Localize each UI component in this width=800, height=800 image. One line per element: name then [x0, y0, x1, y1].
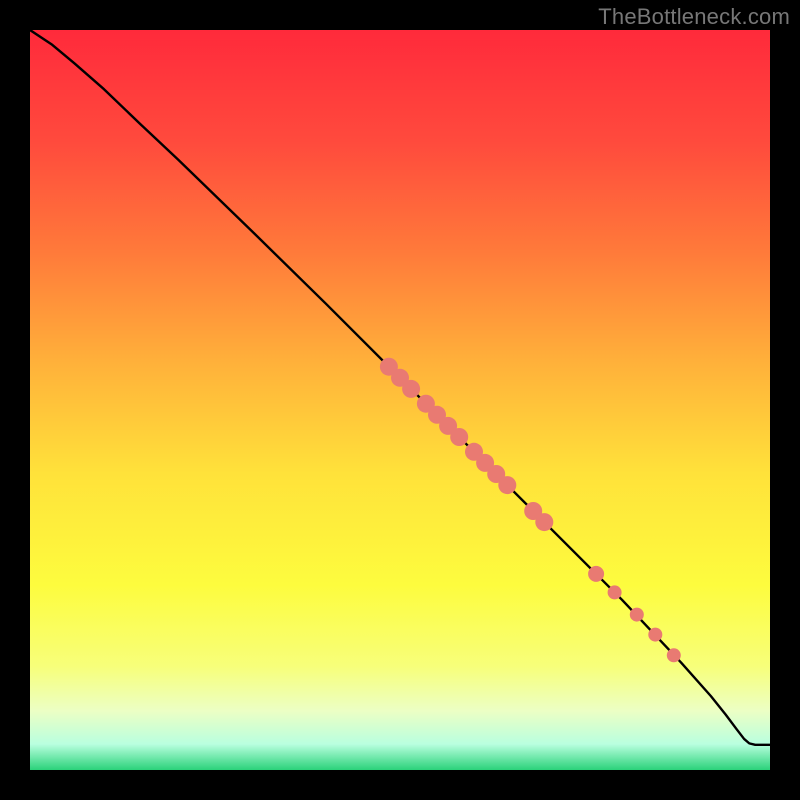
data-point [535, 513, 553, 531]
data-point [588, 566, 604, 582]
data-point [630, 608, 644, 622]
data-point [648, 628, 662, 642]
data-point [498, 476, 516, 494]
plot-area [30, 30, 770, 770]
data-point [450, 428, 468, 446]
chart-svg [30, 30, 770, 770]
data-point [608, 585, 622, 599]
data-point [402, 380, 420, 398]
data-point [667, 648, 681, 662]
watermark-text: TheBottleneck.com [598, 4, 790, 30]
chart-stage: TheBottleneck.com [0, 0, 800, 800]
chart-background [30, 30, 770, 770]
